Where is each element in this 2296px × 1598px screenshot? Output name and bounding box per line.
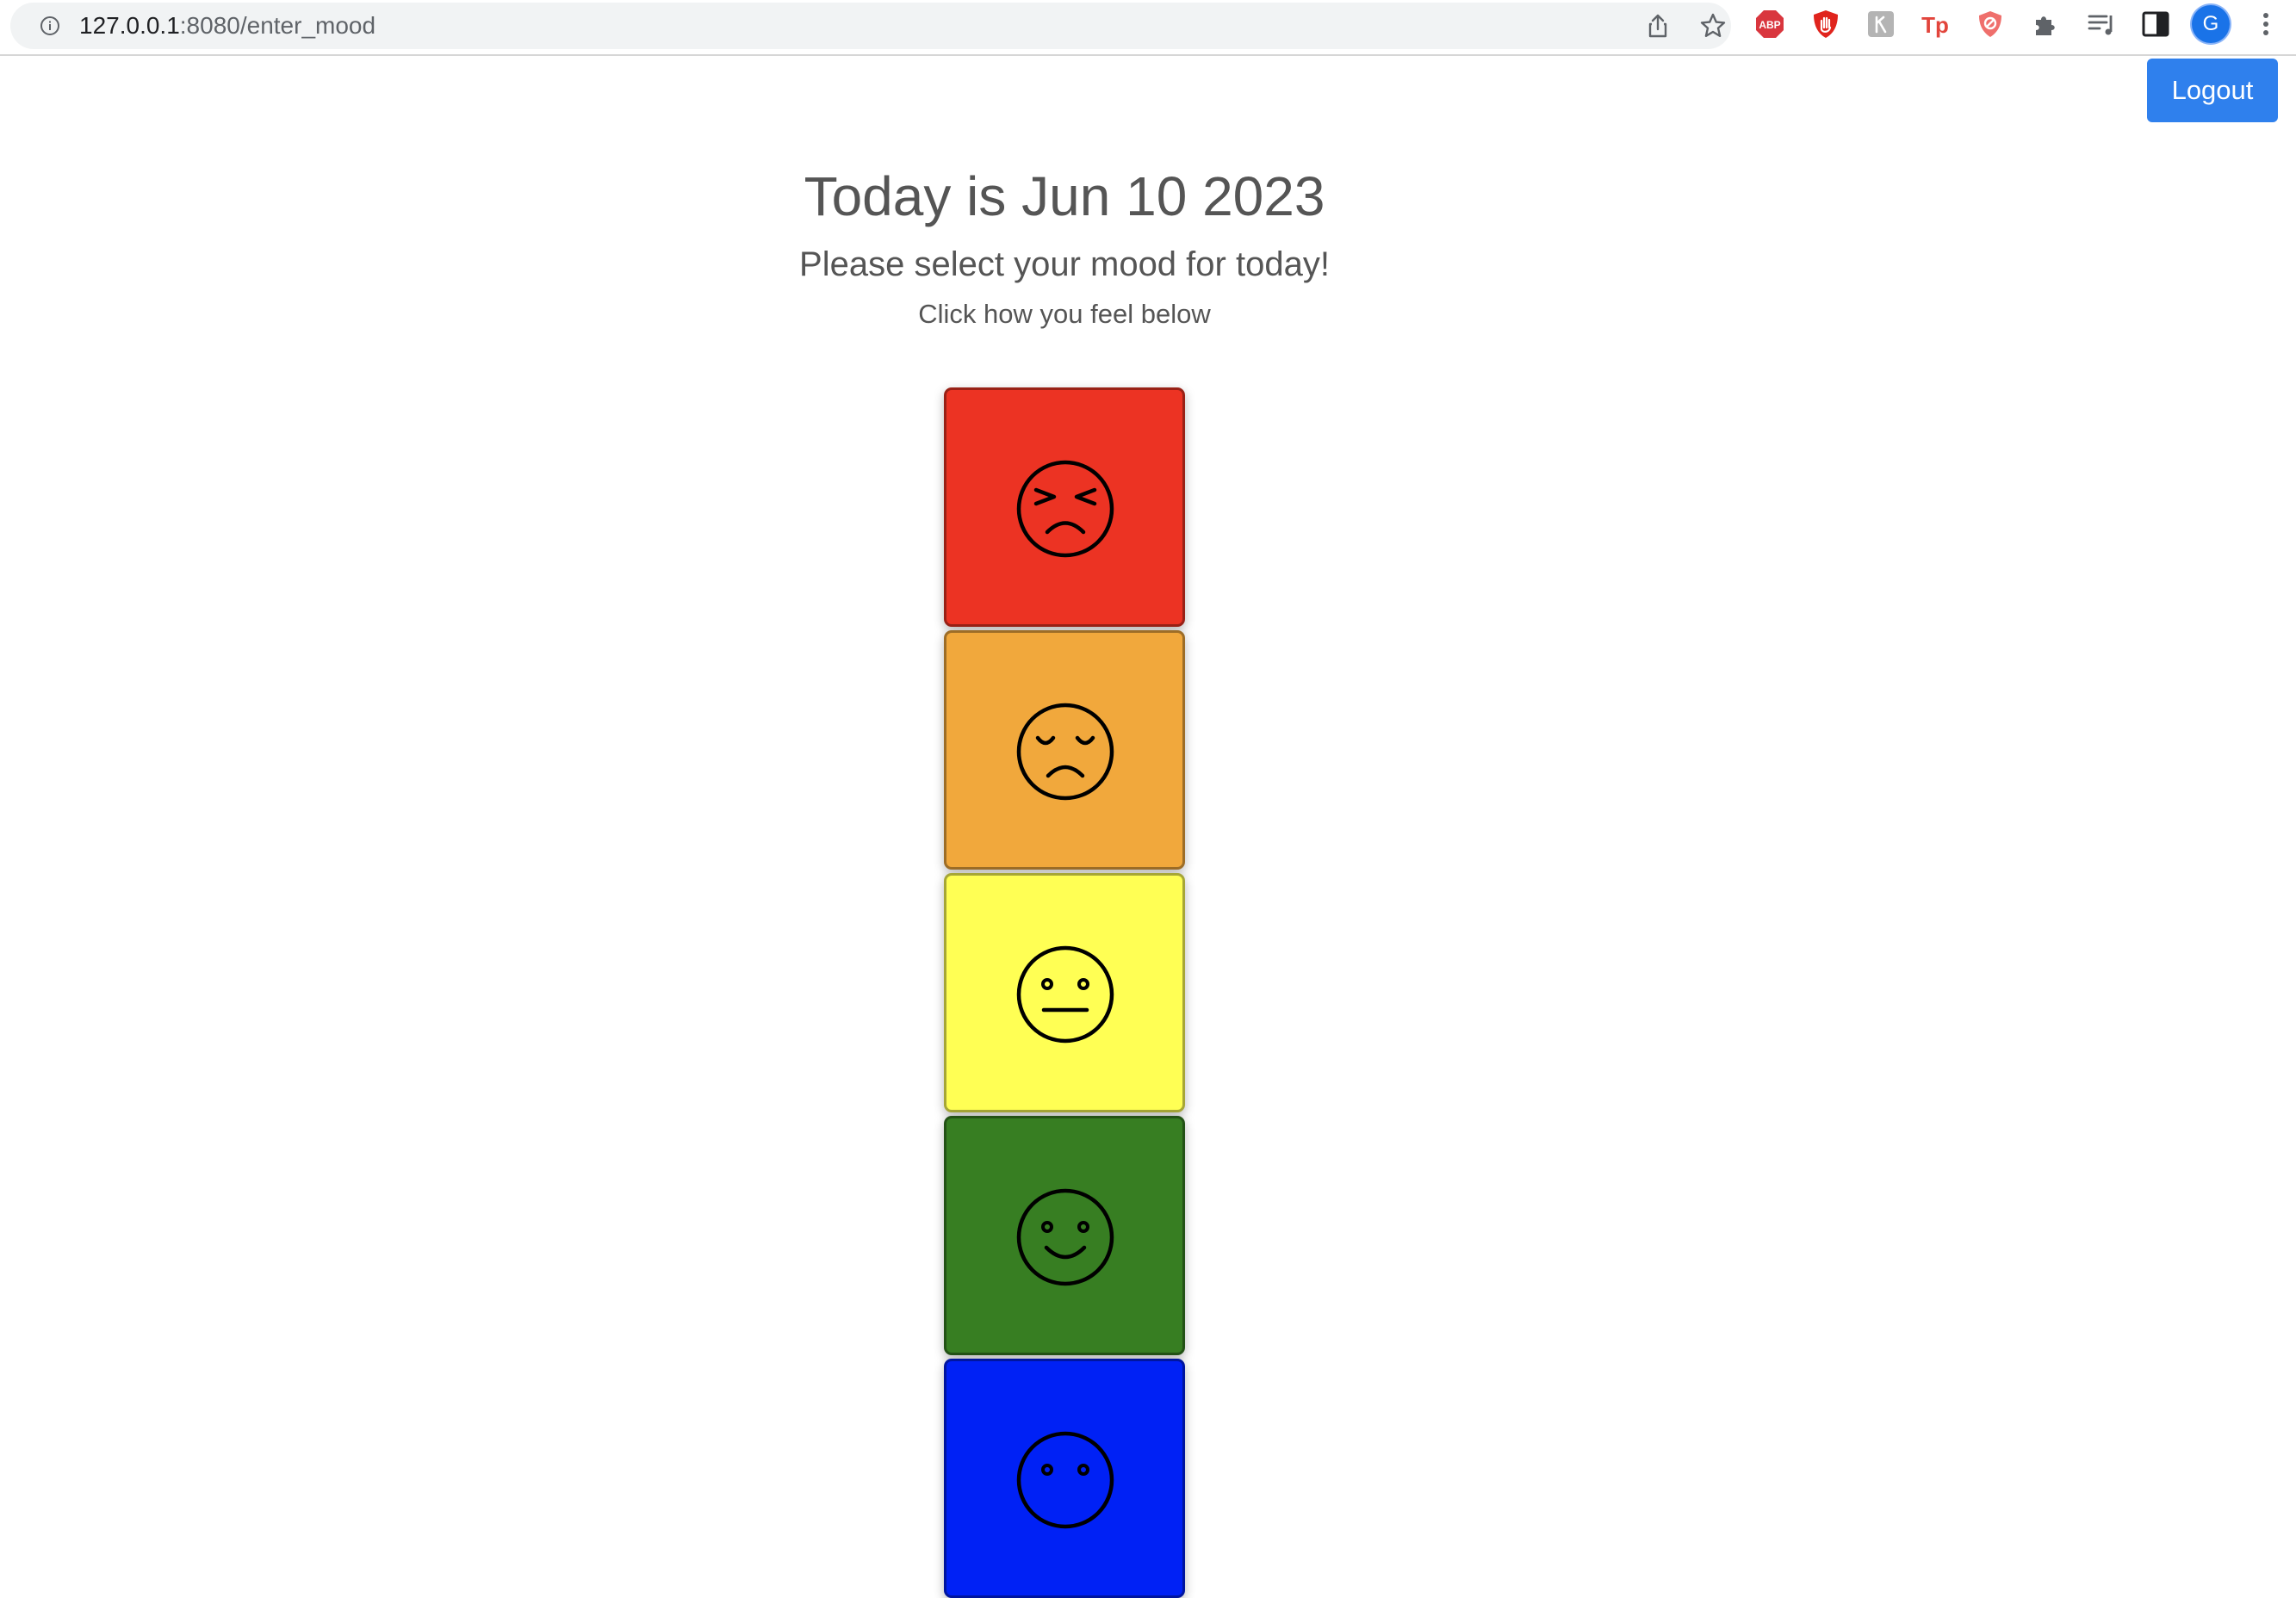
shield-extension-icon[interactable]	[1975, 9, 2006, 40]
browser-toolbar: 127.0.0.1:8080/enter_mood ABP Tp G	[0, 0, 2296, 56]
face-icon	[1016, 1431, 1114, 1529]
mood-button-bad[interactable]	[944, 630, 1185, 870]
page-title: Today is Jun 10 2023	[804, 165, 1325, 227]
info-icon[interactable]	[40, 15, 60, 36]
instruction-text: Click how you feel below	[918, 299, 1211, 329]
menu-kebab-icon[interactable]	[2250, 9, 2281, 40]
neutral-face-icon	[1016, 945, 1114, 1044]
url-host: 127.0.0.1	[79, 12, 180, 39]
svg-text:ABP: ABP	[1759, 19, 1780, 31]
extension-grey-icon[interactable]	[1865, 9, 1896, 40]
reading-list-icon[interactable]	[2086, 9, 2117, 40]
mood-button-very-good[interactable]	[944, 1359, 1185, 1598]
mood-prompt: Please select your mood for today!	[799, 245, 1330, 283]
adblock-plus-icon[interactable]: ABP	[1754, 9, 1785, 40]
ublock-hand-icon[interactable]	[1810, 9, 1841, 40]
angry-face-icon	[1016, 460, 1114, 558]
extensions-puzzle-icon[interactable]	[2031, 9, 2062, 40]
url-text[interactable]: 127.0.0.1:8080/enter_mood	[79, 11, 375, 40]
share-icon[interactable]	[1644, 12, 1672, 40]
svg-text:Tp: Tp	[1921, 12, 1949, 38]
logout-button[interactable]: Logout	[2147, 59, 2278, 122]
tp-extension-icon[interactable]: Tp	[1920, 9, 1951, 40]
url-path: :8080/enter_mood	[179, 12, 376, 39]
mood-button-very-bad[interactable]	[944, 387, 1185, 627]
mood-button-neutral[interactable]	[944, 873, 1185, 1112]
sad-face-icon	[1016, 703, 1114, 801]
mood-button-good[interactable]	[944, 1116, 1185, 1355]
smiling-face-icon	[1016, 1188, 1114, 1286]
bookmark-star-icon[interactable]	[1699, 12, 1727, 40]
side-panel-icon[interactable]	[2140, 9, 2171, 40]
address-bar[interactable]: 127.0.0.1:8080/enter_mood	[10, 3, 1731, 49]
avatar[interactable]: G	[2192, 5, 2230, 43]
